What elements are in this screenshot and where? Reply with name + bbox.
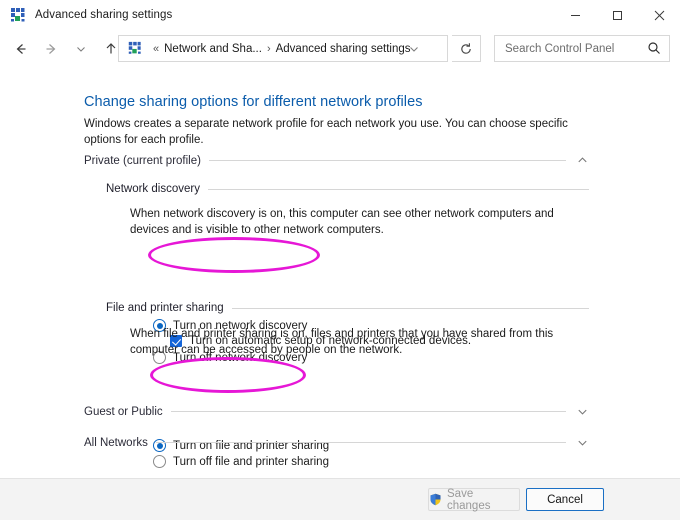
maximize-button[interactable] (596, 0, 638, 30)
back-button[interactable] (6, 34, 36, 64)
uac-shield-icon (429, 493, 442, 506)
page-description: Windows creates a separate network profi… (84, 118, 568, 146)
section-label-file-printer-sharing: File and printer sharing (106, 302, 224, 314)
breadcrumb-overflow[interactable]: « (153, 43, 159, 55)
search-input[interactable] (503, 41, 639, 56)
section-label-all-networks: All Networks (84, 436, 148, 449)
footer-bar: Save changes Cancel (0, 478, 680, 520)
breadcrumb-dropdown-icon[interactable] (407, 36, 421, 61)
chevron-down-icon[interactable] (576, 405, 589, 418)
breadcrumb-separator: › (266, 42, 271, 55)
section-rule (170, 411, 566, 412)
radio-turn-off-file-printer-sharing[interactable]: Turn off file and printer sharing (153, 455, 329, 468)
radio-indicator[interactable] (153, 455, 166, 468)
file-printer-sharing-description: When file and printer sharing is on, fil… (130, 328, 554, 356)
title-bar: Advanced sharing settings (0, 0, 680, 30)
section-label-guest-or-public: Guest or Public (84, 405, 163, 418)
breadcrumb-parent[interactable]: Network and Sha... (164, 43, 262, 55)
section-rule (207, 188, 589, 190)
section-header-network-discovery: Network discovery (106, 183, 589, 195)
content-area: Change sharing options for different net… (0, 78, 680, 478)
section-header-guest-or-public[interactable]: Guest or Public (84, 405, 589, 418)
section-rule (231, 307, 589, 309)
radio-label: Turn off file and printer sharing (173, 455, 329, 468)
section-header-file-printer-sharing: File and printer sharing (106, 302, 589, 314)
recent-locations-button[interactable] (66, 34, 96, 64)
breadcrumb-network-icon (127, 41, 142, 56)
save-changes-label: Save changes (447, 487, 491, 512)
control-panel-window: Advanced sharing settings « Network and … (0, 0, 680, 520)
search-box[interactable] (494, 35, 670, 62)
chevron-down-icon[interactable] (576, 436, 589, 449)
breadcrumb[interactable]: « Network and Sha... › Advanced sharing … (118, 35, 448, 62)
forward-button[interactable] (36, 34, 66, 64)
section-header-private[interactable]: Private (current profile) (84, 154, 589, 167)
close-button[interactable] (638, 0, 680, 30)
chevron-up-icon[interactable] (576, 154, 589, 167)
section-label-private: Private (current profile) (84, 154, 201, 167)
network-sharing-icon (9, 7, 26, 24)
network-discovery-description: When network discovery is on, this compu… (130, 208, 554, 236)
refresh-button[interactable] (452, 35, 481, 62)
window-title: Advanced sharing settings (35, 9, 173, 21)
breadcrumb-current[interactable]: Advanced sharing settings (276, 43, 411, 55)
page-title: Change sharing options for different net… (84, 94, 423, 110)
window-controls (554, 0, 680, 30)
section-rule (208, 160, 566, 161)
search-icon[interactable] (647, 41, 661, 60)
cancel-button[interactable]: Cancel (526, 488, 604, 511)
save-changes-button[interactable]: Save changes (428, 487, 520, 512)
section-label-network-discovery: Network discovery (106, 183, 200, 195)
section-rule (155, 442, 566, 443)
section-header-all-networks[interactable]: All Networks (84, 436, 589, 449)
cancel-label: Cancel (547, 493, 583, 506)
minimize-button[interactable] (554, 0, 596, 30)
